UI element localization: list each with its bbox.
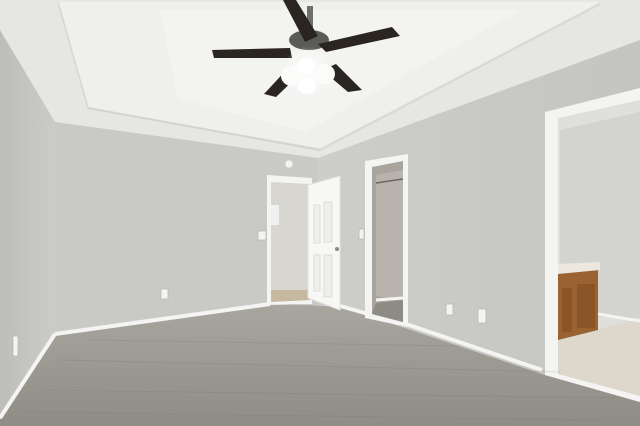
smoke-detector [284, 159, 294, 169]
fan-light-4 [297, 58, 315, 74]
room-illustration [0, 0, 640, 426]
outlet-right-wall-1[interactable] [445, 303, 454, 316]
fan-light-2 [313, 64, 335, 84]
outlet-back-wall[interactable] [160, 288, 169, 300]
door-knob[interactable] [335, 247, 339, 251]
light-switch-back-wall[interactable] [257, 230, 267, 241]
outlet-right-wall-2[interactable] [477, 308, 487, 324]
fan-light-3 [298, 78, 316, 94]
bedroom-photo [0, 0, 640, 426]
outlet-left-wall[interactable] [12, 335, 19, 357]
hallway-opening [271, 182, 310, 302]
light-switch-closet[interactable] [358, 228, 365, 240]
